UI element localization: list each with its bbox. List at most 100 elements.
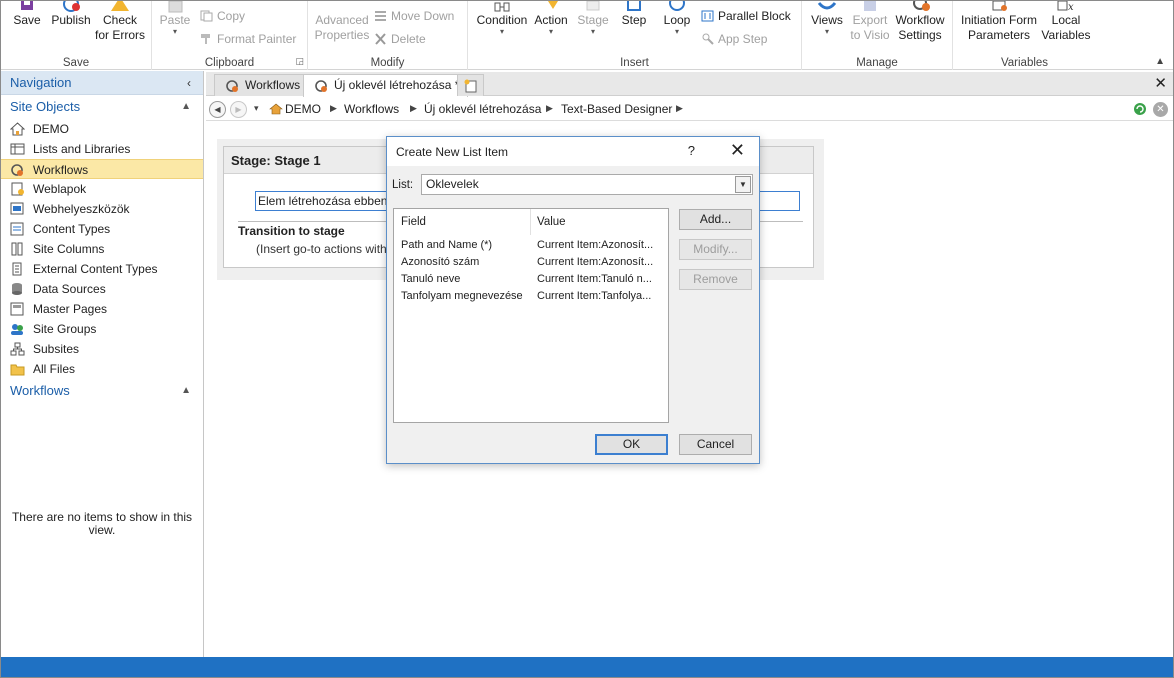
breadcrumb-separator-icon[interactable]: ▶ — [330, 103, 337, 114]
workflows-section-header[interactable]: Workflows ▲ — [1, 379, 203, 403]
home-icon — [269, 103, 283, 115]
move-down-button[interactable]: Move Down — [374, 8, 454, 24]
field-value-cell: Current Item:Tanfolya... — [537, 290, 652, 302]
ribbon-group-label: Variables — [1000, 57, 1049, 69]
sidebar-item-subsites[interactable]: Subsites — [1, 339, 203, 359]
sidebar-item-lists-and-libraries[interactable]: Lists and Libraries — [1, 139, 203, 159]
sidebar-item-site-columns[interactable]: Site Columns — [1, 239, 203, 259]
forward-button[interactable]: ▶ — [230, 101, 247, 118]
loop-icon — [666, 1, 688, 13]
chevron-up-icon[interactable]: ▲ — [181, 379, 191, 403]
help-button[interactable]: ? — [688, 143, 695, 158]
sidebar-item-external-content-types[interactable]: External Content Types — [1, 259, 203, 279]
initiation-form-parameters-button[interactable]: Initiation Form Parameters — [957, 1, 1041, 43]
sidebar-item-all-files[interactable]: All Files — [1, 359, 203, 379]
visio-icon — [859, 1, 881, 13]
loop-button[interactable]: Loop ▾ — [658, 1, 696, 36]
column-header-value[interactable]: Value — [531, 209, 668, 235]
stop-icon[interactable]: ✕ — [1153, 102, 1168, 117]
new-page-icon — [464, 79, 478, 93]
close-icon[interactable]: ✕ — [730, 140, 745, 161]
sidebar-item-label: Weblapok — [33, 182, 87, 196]
svg-text:x: x — [1068, 2, 1074, 13]
condition-button[interactable]: Condition ▾ — [474, 1, 530, 36]
collapse-ribbon-icon[interactable]: ▲ — [1155, 56, 1165, 67]
views-button[interactable]: Views ▾ — [808, 1, 846, 36]
app-step-icon — [701, 33, 715, 45]
list-label: List: — [392, 179, 414, 191]
refresh-icon[interactable] — [1133, 102, 1147, 116]
publish-button[interactable]: Publish — [49, 1, 93, 28]
breadcrumb-separator-icon[interactable]: ▶ — [546, 103, 553, 114]
table-row[interactable]: Tanfolyam megnevezése Current Item:Tanfol… — [394, 288, 668, 305]
action-button[interactable]: Action ▾ — [530, 1, 572, 36]
tab-workflows[interactable]: Workflows — [214, 74, 310, 96]
remove-button[interactable]: Remove — [679, 269, 752, 290]
warning-icon — [109, 1, 131, 13]
local-variables-button[interactable]: x Local Variables — [1041, 1, 1091, 43]
chevron-down-icon: ▾ — [674, 27, 679, 36]
chevron-up-icon[interactable]: ▲ — [181, 95, 191, 119]
ribbon-group-label: Manage — [856, 57, 898, 69]
field-value-cell: Current Item:Azonosít... — [537, 239, 654, 251]
workflow-settings-button[interactable]: Workflow Settings — [892, 1, 948, 43]
breadcrumb-item-designer[interactable]: Text-Based Designer — [561, 102, 672, 116]
parallel-block-button[interactable]: Parallel Block — [701, 8, 791, 24]
close-tab-icon[interactable]: ✕ — [1154, 74, 1167, 92]
paste-icon — [164, 1, 186, 13]
breadcrumb-item-demo[interactable]: DEMO — [269, 102, 321, 116]
save-button[interactable]: Save — [10, 1, 44, 28]
sidebar-item-webhelyeszkozok[interactable]: Webhelyeszközök — [1, 199, 203, 219]
chevron-down-icon[interactable]: ▼ — [735, 176, 751, 193]
step-button[interactable]: Step — [616, 1, 652, 28]
site-objects-header[interactable]: Site Objects ▲ — [1, 95, 203, 119]
collapse-pane-icon[interactable]: ‹ — [187, 71, 191, 95]
breadcrumb-item-workflow[interactable]: Új oklevél létrehozása — [424, 102, 541, 116]
sidebar-item-label: Master Pages — [33, 302, 108, 316]
advanced-properties-button[interactable]: Advanced Properties — [312, 1, 372, 43]
sidebar-item-workflows[interactable]: Workflows — [1, 159, 203, 179]
format-painter-button[interactable]: Format Painter — [200, 31, 296, 47]
sidebar-item-weblapok[interactable]: Weblapok — [1, 179, 203, 199]
create-list-item-dialog: Create New List Item ? ✕ List: Oklevelek… — [386, 136, 760, 464]
page-icon — [10, 182, 25, 196]
column-header-field[interactable]: Field — [394, 209, 531, 235]
sidebar-item-master-pages[interactable]: Master Pages — [1, 299, 203, 319]
sidebar-item-label: Site Groups — [33, 322, 97, 336]
check-for-errors-button[interactable]: Check for Errors — [93, 1, 147, 43]
sidebar-item-demo[interactable]: DEMO — [1, 119, 203, 139]
cancel-button[interactable]: Cancel — [679, 434, 752, 455]
modify-button[interactable]: Modify... — [679, 239, 752, 260]
database-icon — [10, 282, 25, 296]
breadcrumb-item-workflows[interactable]: Workflows — [344, 102, 399, 116]
breadcrumb-separator-icon[interactable]: ▶ — [676, 103, 683, 114]
back-button[interactable]: ◀ — [209, 101, 226, 118]
copy-button[interactable]: Copy — [200, 8, 245, 24]
list-select[interactable]: Oklevelek ▼ — [421, 174, 753, 195]
export-to-visio-button[interactable]: Export to Visio — [848, 1, 892, 43]
sidebar-item-site-groups[interactable]: Site Groups — [1, 319, 203, 339]
table-row[interactable]: Azonosító szám Current Item:Azonosít... — [394, 254, 668, 271]
sidebar-item-data-sources[interactable]: Data Sources — [1, 279, 203, 299]
field-name-cell: Tanfolyam megnevezése — [401, 290, 523, 302]
breadcrumb-separator-icon[interactable]: ▶ — [410, 103, 417, 114]
parallel-block-icon — [701, 10, 715, 22]
stage-icon — [582, 1, 604, 13]
delete-button[interactable]: Delete — [374, 31, 426, 47]
ribbon-group-label: Modify — [370, 57, 405, 69]
stage-button[interactable]: Stage ▾ — [574, 1, 612, 36]
history-dropdown-icon[interactable]: ▾ — [254, 103, 259, 114]
sidebar-item-content-types[interactable]: Content Types — [1, 219, 203, 239]
table-row[interactable]: Path and Name (*) Current Item:Azonosít..… — [394, 237, 668, 254]
tab-uj-oklevel[interactable]: Új oklevél létrehozása * — [303, 74, 469, 97]
chevron-down-icon: ▾ — [824, 27, 829, 36]
workflow-icon — [225, 79, 239, 93]
ok-button[interactable]: OK — [595, 434, 668, 455]
add-button[interactable]: Add... — [679, 209, 752, 230]
ribbon-group-label: Save — [62, 57, 90, 69]
table-row[interactable]: Tanuló neve Current Item:Tanuló n... — [394, 271, 668, 288]
app-step-button[interactable]: App Step — [701, 31, 767, 47]
navigation-header: Navigation ‹ — [1, 71, 203, 95]
paste-button[interactable]: Paste ▾ — [158, 1, 192, 36]
new-tab-button[interactable] — [457, 74, 484, 96]
